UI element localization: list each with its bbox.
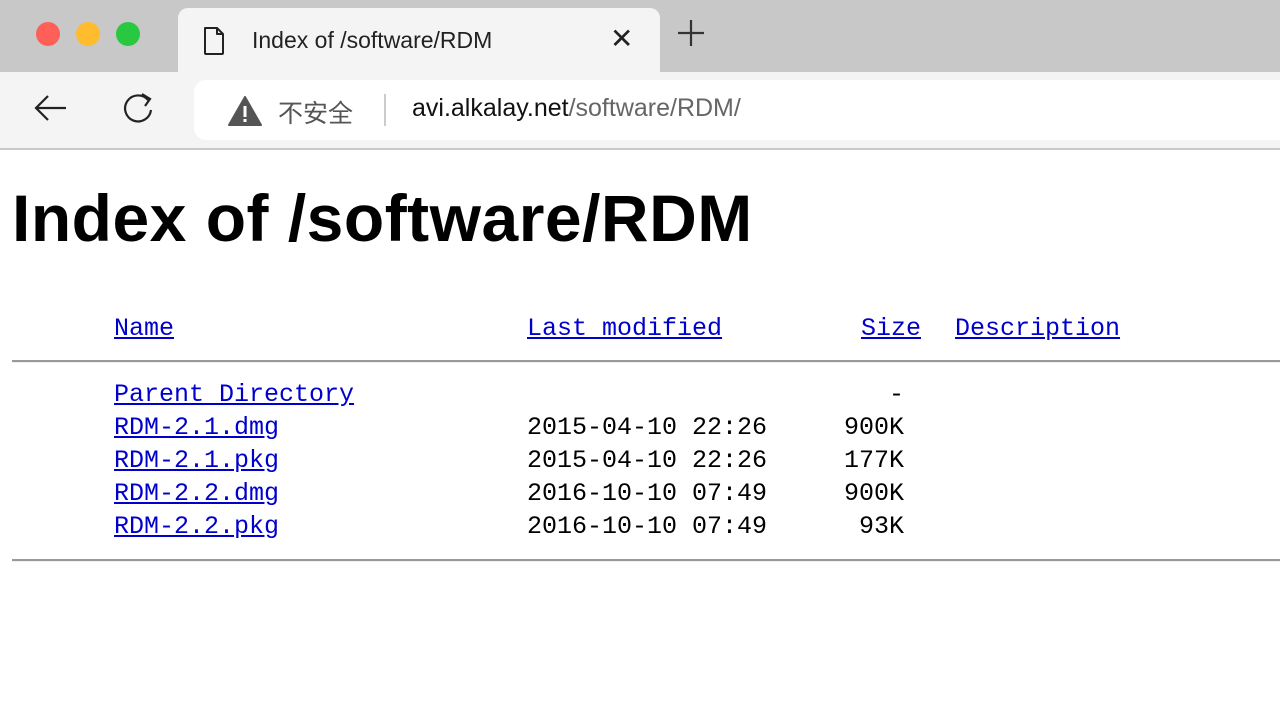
file-size: 900K bbox=[843, 479, 904, 508]
last-modified: 2016-10-10 07:49 bbox=[527, 479, 768, 508]
browser-toolbar: 不安全 avi.alkalay.net/software/RDM/ bbox=[0, 72, 1280, 150]
file-link[interactable]: RDM-2.1.pkg bbox=[114, 446, 279, 475]
parent-directory-link[interactable]: Parent Directory bbox=[114, 380, 354, 409]
tab-title: Index of /software/RDM bbox=[252, 27, 493, 53]
maximize-window-button[interactable] bbox=[116, 22, 140, 46]
sort-by-size-link[interactable]: Size bbox=[861, 314, 921, 343]
header-divider bbox=[12, 360, 1280, 363]
new-tab-button[interactable] bbox=[676, 18, 706, 54]
divider bbox=[384, 94, 386, 126]
sort-by-last-modified-link[interactable]: Last modified bbox=[527, 314, 722, 343]
table-row: Parent Directory - bbox=[0, 380, 1280, 413]
warning-icon[interactable] bbox=[228, 96, 262, 131]
url-host: avi.alkalay.net bbox=[412, 94, 569, 122]
reload-icon[interactable] bbox=[120, 90, 156, 131]
tab-active[interactable]: Index of /software/RDM ✕ bbox=[178, 8, 660, 72]
footer-divider bbox=[12, 559, 1280, 562]
file-link[interactable]: RDM-2.2.dmg bbox=[114, 479, 279, 508]
file-link[interactable]: RDM-2.2.pkg bbox=[114, 512, 279, 541]
file-size: 93K bbox=[858, 512, 904, 541]
close-window-button[interactable] bbox=[36, 22, 60, 46]
table-header: Name Last modified Size Description bbox=[0, 314, 1280, 347]
file-size: 177K bbox=[843, 446, 904, 475]
document-icon bbox=[202, 26, 226, 61]
url-path: /software/RDM/ bbox=[568, 94, 741, 122]
address-bar[interactable]: 不安全 avi.alkalay.net/software/RDM/ bbox=[194, 80, 1280, 140]
sort-by-name-link[interactable]: Name bbox=[114, 314, 174, 343]
last-modified: 2015-04-10 22:26 bbox=[527, 446, 768, 475]
table-row: RDM-2.2.dmg 2016-10-10 07:49 900K bbox=[0, 479, 1280, 512]
url-text[interactable]: avi.alkalay.net/software/RDM/ bbox=[412, 94, 741, 123]
last-modified: 2016-10-10 07:49 bbox=[527, 512, 768, 541]
tab-strip: Index of /software/RDM ✕ bbox=[0, 0, 1280, 72]
page-title: Index of /software/RDM bbox=[12, 181, 753, 255]
table-row: RDM-2.1.pkg 2015-04-10 22:26 177K bbox=[0, 446, 1280, 479]
table-row: RDM-2.2.pkg 2016-10-10 07:49 93K bbox=[0, 512, 1280, 545]
file-link[interactable]: RDM-2.1.dmg bbox=[114, 413, 279, 442]
close-tab-icon[interactable]: ✕ bbox=[610, 22, 633, 55]
sort-by-description-link[interactable]: Description bbox=[955, 314, 1120, 343]
security-label[interactable]: 不安全 bbox=[278, 94, 353, 130]
back-arrow-icon[interactable] bbox=[32, 90, 68, 131]
file-size: - bbox=[888, 380, 904, 409]
minimize-window-button[interactable] bbox=[76, 22, 100, 46]
last-modified: 2015-04-10 22:26 bbox=[527, 413, 768, 442]
file-size: 900K bbox=[843, 413, 904, 442]
table-row: RDM-2.1.dmg 2015-04-10 22:26 900K bbox=[0, 413, 1280, 446]
